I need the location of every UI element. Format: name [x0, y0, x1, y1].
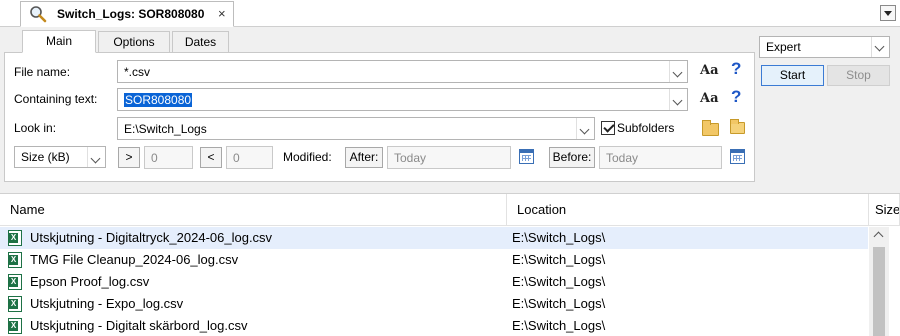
excel-file-icon	[8, 318, 22, 334]
chevron-down-icon[interactable]	[871, 37, 889, 57]
excel-file-icon	[8, 252, 22, 268]
document-tab-title: Switch_Logs: SOR808080	[57, 7, 205, 21]
chevron-down-icon[interactable]	[576, 118, 594, 139]
case-sensitive-icon[interactable]: Aa	[700, 63, 719, 78]
start-button[interactable]: Start	[761, 65, 824, 86]
result-row[interactable]: Utskjutning - Expo_log.csv E:\Switch_Log…	[0, 293, 868, 315]
result-name: TMG File Cleanup_2024-06_log.csv	[30, 252, 239, 267]
look-in-value: E:\Switch_Logs	[124, 122, 207, 136]
result-name: Epson Proof_log.csv	[30, 274, 150, 289]
result-row[interactable]: Utskjutning - Digitaltryck_2024-06_log.c…	[0, 227, 868, 249]
size-min-input[interactable]: 0	[144, 146, 193, 169]
scroll-up-icon[interactable]	[873, 231, 884, 242]
result-location: E:\Switch_Logs\	[512, 318, 606, 333]
tab-options[interactable]: Options	[98, 31, 170, 53]
file-name-value: *.csv	[124, 65, 151, 79]
subfolders-checkbox[interactable]	[601, 121, 615, 135]
look-in-label: Look in:	[14, 121, 57, 135]
result-location: E:\Switch_Logs\	[512, 274, 606, 289]
column-header-location[interactable]: Location	[507, 194, 869, 226]
modified-label: Modified:	[283, 150, 332, 164]
column-header-size[interactable]: Size	[869, 194, 900, 226]
folder-browse-icon[interactable]	[730, 119, 745, 134]
file-name-combo[interactable]: *.csv	[117, 60, 688, 83]
size-max-value: 0	[233, 151, 240, 165]
result-location: E:\Switch_Logs\	[512, 252, 606, 267]
scrollbar-thumb[interactable]	[873, 247, 885, 336]
case-sensitive-icon[interactable]: Aa	[700, 91, 719, 106]
before-date-value: Today	[606, 151, 639, 165]
stop-button[interactable]: Stop	[827, 65, 890, 86]
less-than-button[interactable]: <	[200, 147, 222, 168]
after-toggle-button[interactable]: After:	[345, 147, 383, 168]
tab-list-dropdown-button[interactable]	[880, 5, 896, 21]
chevron-down-icon[interactable]	[669, 89, 687, 110]
results-list: Name Location Size Utskjutning - Digital…	[0, 193, 900, 336]
greater-than-button[interactable]: >	[118, 147, 140, 168]
after-date-value: Today	[394, 151, 427, 165]
file-name-label: File name:	[14, 65, 71, 79]
size-min-value: 0	[151, 151, 158, 165]
tab-main[interactable]: Main	[22, 30, 96, 53]
size-unit-value: Size (kB)	[21, 150, 70, 164]
size-unit-select[interactable]: Size (kB)	[14, 146, 106, 168]
document-tab-strip: Switch_Logs: SOR808080 ×	[0, 0, 900, 27]
result-name: Utskjutning - Digitalt skärbord_log.csv	[30, 318, 248, 333]
calendar-icon[interactable]	[519, 149, 534, 164]
size-max-input[interactable]: 0	[226, 146, 273, 169]
excel-file-icon	[8, 274, 22, 290]
result-row[interactable]: Utskjutning - Digitalt skärbord_log.csv …	[0, 315, 868, 336]
chevron-down-icon[interactable]	[669, 61, 687, 82]
close-icon[interactable]: ×	[218, 6, 226, 21]
search-icon	[30, 6, 47, 23]
search-document-tab[interactable]: Switch_Logs: SOR808080 ×	[20, 1, 234, 27]
result-row[interactable]: TMG File Cleanup_2024-06_log.csv E:\Swit…	[0, 249, 868, 271]
containing-text-combo[interactable]: SOR808080	[117, 88, 688, 111]
excel-file-icon	[8, 296, 22, 312]
results-vertical-scrollbar[interactable]	[869, 227, 889, 336]
calendar-icon[interactable]	[730, 149, 745, 164]
help-icon[interactable]: ?	[731, 87, 741, 107]
before-toggle-button[interactable]: Before:	[549, 147, 595, 168]
folder-icon[interactable]	[702, 120, 719, 136]
before-date-input[interactable]: Today	[599, 146, 722, 169]
subfolders-label: Subfolders	[617, 121, 675, 135]
excel-file-icon	[8, 230, 22, 246]
column-header-name[interactable]: Name	[0, 194, 507, 226]
result-location: E:\Switch_Logs\	[512, 296, 606, 311]
chevron-down-icon[interactable]	[87, 147, 105, 167]
search-mode-value: Expert	[766, 40, 801, 54]
result-name: Utskjutning - Digitaltryck_2024-06_log.c…	[30, 230, 273, 245]
search-mode-select[interactable]: Expert	[759, 36, 890, 58]
help-icon[interactable]: ?	[731, 59, 741, 79]
result-name: Utskjutning - Expo_log.csv	[30, 296, 184, 311]
result-location: E:\Switch_Logs\	[512, 230, 606, 245]
tab-dates[interactable]: Dates	[172, 31, 229, 53]
containing-text-value: SOR808080	[124, 93, 193, 107]
look-in-combo[interactable]: E:\Switch_Logs	[117, 117, 595, 140]
containing-text-label: Containing text:	[14, 92, 98, 106]
after-date-input[interactable]: Today	[387, 146, 511, 169]
result-row[interactable]: Epson Proof_log.csv E:\Switch_Logs\	[0, 271, 868, 293]
